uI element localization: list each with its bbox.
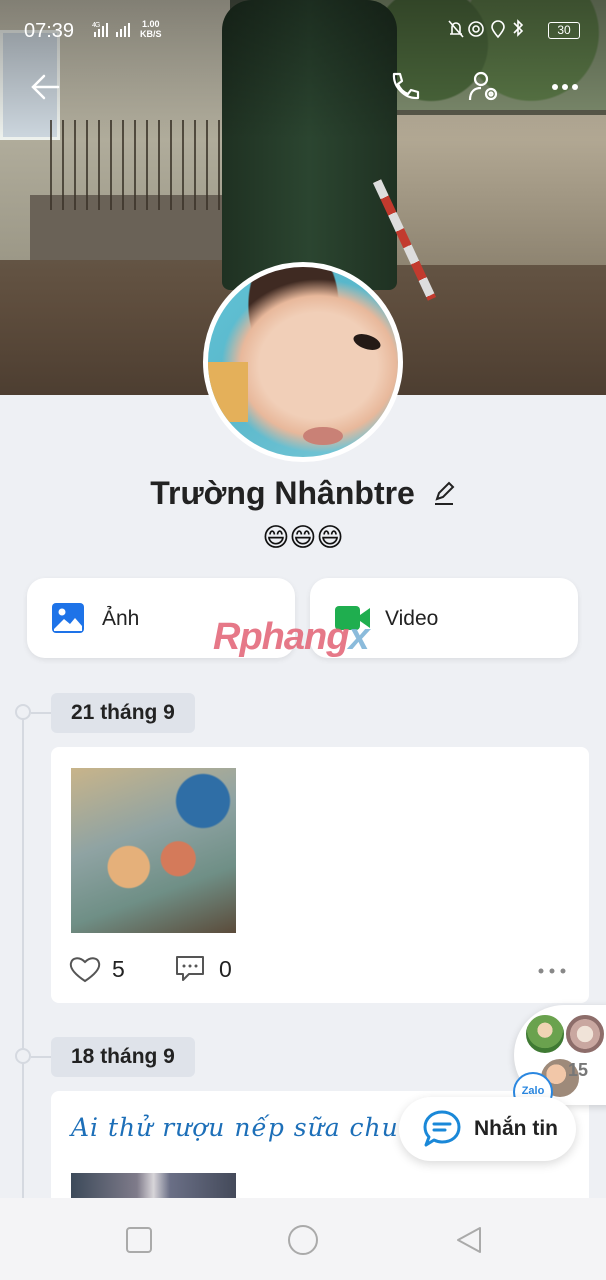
status-bar: 07:39 4G 1.00 KB/S 30: [0, 0, 606, 62]
comment-icon[interactable]: [175, 955, 205, 983]
post-more-icon[interactable]: [537, 952, 569, 983]
system-nav-bar: [0, 1198, 606, 1280]
circle-nav-icon[interactable]: [283, 1220, 323, 1260]
avatar-shirt: [208, 362, 248, 422]
chat-head-avatar[interactable]: [564, 1013, 606, 1055]
profile-name-row: Trường Nhânbtre: [0, 475, 606, 514]
post-photo[interactable]: [71, 768, 236, 933]
chat-head-avatar[interactable]: [524, 1013, 566, 1055]
target-icon: [468, 21, 484, 37]
network-speed: 1.00 KB/S: [140, 19, 162, 39]
chat-bubble-icon: [421, 1109, 463, 1149]
profile-bio: 😄😄😄: [262, 522, 344, 552]
mute-bell-icon: [448, 20, 464, 38]
heart-icon[interactable]: [69, 955, 101, 983]
timeline-line: [22, 712, 24, 1232]
watermark: Rphangx: [213, 616, 370, 659]
back-arrow-icon[interactable]: [26, 68, 64, 106]
more-icon[interactable]: [548, 68, 586, 106]
post-actions: 5 0: [69, 952, 569, 986]
square-nav-icon[interactable]: [119, 1220, 159, 1260]
timeline-dot: [15, 1048, 31, 1064]
like-count: 5: [112, 956, 125, 982]
avatar-eye: [351, 331, 383, 353]
date-chip: 18 tháng 9: [51, 1037, 195, 1077]
profile-topbar: [0, 62, 606, 112]
network-type: 4G: [92, 22, 100, 29]
image-icon: [51, 602, 85, 634]
signal-icon: 4G: [92, 20, 134, 41]
battery-icon: 30: [548, 22, 580, 39]
status-icons: [446, 18, 536, 45]
watermark-main: Rphang: [213, 616, 349, 658]
location-icon: [491, 20, 505, 39]
edit-pencil-icon[interactable]: [432, 477, 456, 514]
avatar-mouth: [303, 427, 343, 445]
triangle-nav-icon[interactable]: [450, 1220, 490, 1260]
timeline-connector: [31, 712, 51, 714]
comment-count: 0: [219, 956, 232, 982]
message-button[interactable]: Nhắn tin: [399, 1097, 576, 1161]
date-chip: 21 tháng 9: [51, 693, 195, 733]
chat-head-count: 15: [568, 1060, 589, 1080]
avatar[interactable]: [203, 262, 403, 462]
photos-label: Ảnh: [102, 607, 140, 630]
status-time: 07:39: [24, 20, 75, 42]
phone-icon[interactable]: [385, 68, 423, 106]
user-settings-icon[interactable]: [465, 68, 503, 106]
post-card[interactable]: 5 0: [51, 747, 589, 1003]
watermark-tail: x: [348, 616, 369, 658]
profile-name: Trường Nhânbtre: [150, 475, 415, 511]
video-label: Video: [385, 607, 439, 630]
speed-value: 1.00: [141, 19, 160, 29]
message-label: Nhắn tin: [474, 1117, 558, 1140]
bluetooth-icon: [513, 19, 524, 37]
timeline-dot: [15, 704, 31, 720]
speed-unit: KB/S: [140, 29, 162, 39]
timeline-connector: [31, 1056, 51, 1058]
